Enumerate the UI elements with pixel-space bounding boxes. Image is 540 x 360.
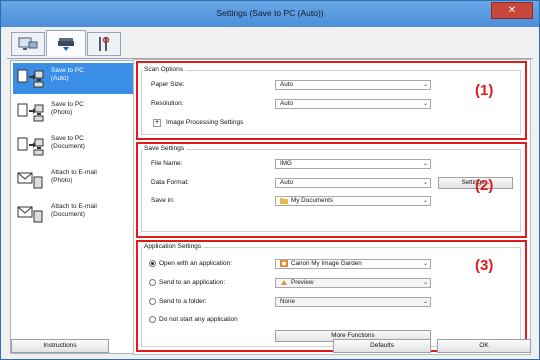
save-in-value: My Documents <box>291 197 333 205</box>
paper-size-value: Auto <box>280 81 293 88</box>
save-in-select[interactable]: My Documents ⌄ <box>275 196 431 206</box>
folder-icon <box>280 198 288 204</box>
chevron-down-icon: ⌄ <box>422 180 428 186</box>
settings-panel: Scan Options Paper Size: Auto ⌄ Resolutio… <box>133 59 531 355</box>
scan-options-title: Scan Options <box>142 66 186 73</box>
do-not-start-application-label[interactable]: Do not start any application <box>159 316 238 323</box>
data-format-label: Data Format: <box>151 179 189 186</box>
send-to-folder-select[interactable]: None ⌄ <box>275 297 431 307</box>
nav-item-sublabel: (Auto) <box>51 75 69 82</box>
nav-item-label: Save to PC <box>51 101 84 108</box>
save-to-pc-icon <box>17 69 44 88</box>
send-to-application-value: Preview <box>291 279 314 287</box>
tab-scan-from-panel[interactable] <box>46 30 86 56</box>
scanner-icon <box>58 37 74 51</box>
do-not-start-application-radio[interactable] <box>149 316 156 323</box>
chevron-down-icon: ⌄ <box>422 299 428 305</box>
chevron-down-icon: ⌄ <box>422 261 428 267</box>
chevron-down-icon: ⌄ <box>422 198 428 204</box>
open-with-application-label[interactable]: Open with an application: <box>159 260 232 267</box>
preview-app-icon <box>281 280 287 285</box>
chevron-down-icon: ⌄ <box>422 280 428 286</box>
app-icon <box>280 260 288 267</box>
file-name-label: File Name: <box>151 160 183 167</box>
marker-1: (1) <box>475 82 494 99</box>
open-with-application-select[interactable]: Canon My Image Garden ⌄ <box>275 259 431 269</box>
chevron-down-icon: ⌄ <box>422 161 428 167</box>
save-to-pc-icon <box>17 103 44 122</box>
file-name-select[interactable]: IMG ⌄ <box>275 159 431 169</box>
open-with-application-radio[interactable] <box>149 260 156 267</box>
email-attach-icon <box>17 206 43 223</box>
email-attach-icon <box>17 172 43 189</box>
data-format-value: Auto <box>280 179 293 186</box>
application-settings-title: Application Settings <box>142 243 204 250</box>
send-to-application-select[interactable]: Preview ⌄ <box>275 278 431 288</box>
nav-item-sublabel: (Photo) <box>51 177 73 184</box>
open-with-application-value: Canon My Image Garden <box>291 260 362 268</box>
send-to-folder-label[interactable]: Send to a folder: <box>159 298 207 305</box>
nav-item-sublabel: (Document) <box>51 143 85 150</box>
computer-scan-icon <box>18 37 38 50</box>
tab-general-settings[interactable] <box>87 32 121 56</box>
tab-scan-from-computer[interactable] <box>11 32 45 56</box>
nav-item-save-to-pc-photo[interactable]: Save to PC (Photo) <box>13 97 133 128</box>
defaults-button[interactable]: Defaults <box>333 339 431 353</box>
send-to-folder-radio[interactable] <box>149 298 156 305</box>
file-name-value: IMG <box>280 160 292 167</box>
dialog-body: Save to PC (Auto) Save to PC (Photo) Save … <box>5 27 535 357</box>
send-to-folder-value: None <box>280 298 296 305</box>
nav-item-save-to-pc-auto[interactable]: Save to PC (Auto) <box>13 63 133 94</box>
data-format-select[interactable]: Auto ⌄ <box>275 178 431 188</box>
settings-window: Settings (Save to PC (Auto)) ✕ Save to P… <box>0 0 540 360</box>
scan-type-list: Save to PC (Auto) Save to PC (Photo) Save … <box>10 60 136 354</box>
expand-plus-icon[interactable]: + <box>153 119 161 127</box>
nav-item-attach-email-photo[interactable]: Attach to E-mail (Photo) <box>13 165 133 196</box>
instructions-button[interactable]: Instructions <box>11 339 109 353</box>
save-in-label: Save in: <box>151 197 175 204</box>
send-to-application-label[interactable]: Send to an application: <box>159 279 225 286</box>
save-to-pc-icon <box>17 137 44 156</box>
close-button[interactable]: ✕ <box>491 2 533 19</box>
nav-item-sublabel: (Photo) <box>51 109 73 116</box>
chevron-down-icon: ⌄ <box>422 101 428 107</box>
nav-item-label: Attach to E-mail <box>51 203 97 210</box>
ok-button[interactable]: OK <box>437 339 531 353</box>
resolution-label: Resolution: <box>151 100 184 107</box>
nav-item-sublabel: (Document) <box>51 211 85 218</box>
nav-item-attach-email-document[interactable]: Attach to E-mail (Document) <box>13 199 133 230</box>
nav-item-label: Save to PC <box>51 135 84 142</box>
marker-3: (3) <box>475 257 494 274</box>
send-to-application-radio[interactable] <box>149 279 156 286</box>
paper-size-select[interactable]: Auto ⌄ <box>275 80 431 90</box>
nav-item-label: Attach to E-mail <box>51 169 97 176</box>
marker-2: (2) <box>475 177 494 194</box>
window-title: Settings (Save to PC (Auto)) <box>216 8 324 18</box>
title-bar: Settings (Save to PC (Auto)) ✕ <box>1 1 539 27</box>
chevron-down-icon: ⌄ <box>422 82 428 88</box>
tools-icon <box>99 36 110 51</box>
paper-size-label: Paper Size: <box>151 81 185 88</box>
resolution-select[interactable]: Auto ⌄ <box>275 99 431 109</box>
image-processing-settings-label[interactable]: Image Processing Settings <box>166 119 243 126</box>
nav-item-save-to-pc-document[interactable]: Save to PC (Document) <box>13 131 133 162</box>
save-settings-title: Save Settings <box>142 145 187 152</box>
nav-item-label: Save to PC <box>51 67 84 74</box>
resolution-value: Auto <box>280 100 293 107</box>
